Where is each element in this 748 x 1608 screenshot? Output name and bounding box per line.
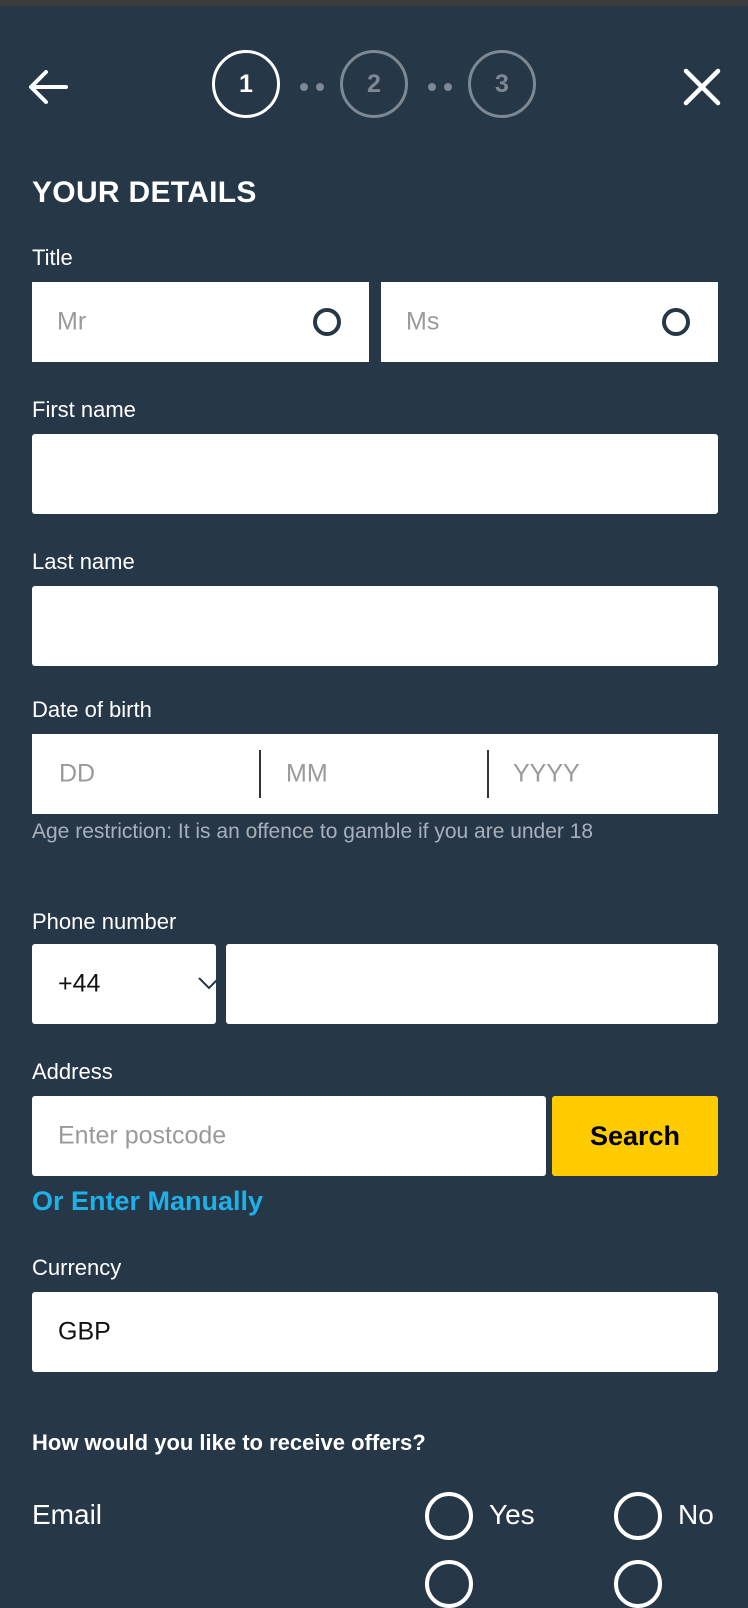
email-no-radio[interactable] <box>614 1492 662 1540</box>
header: 1 2 3 <box>0 50 748 124</box>
phone-number-input[interactable] <box>226 944 718 1024</box>
country-code-value: +44 <box>58 969 101 998</box>
step-2: 2 <box>340 50 408 118</box>
step-connector <box>300 83 324 91</box>
email-yes-radio[interactable] <box>425 1492 473 1540</box>
postcode-placeholder: Enter postcode <box>58 1121 227 1150</box>
dob-field: DD MM YYYY <box>32 734 718 814</box>
search-button[interactable]: Search <box>552 1096 718 1176</box>
age-restriction-hint: Age restriction: It is an offence to gam… <box>32 820 594 843</box>
currency-label: Currency <box>32 1255 122 1280</box>
status-strip <box>0 0 748 6</box>
enter-manually-link[interactable]: Or Enter Manually <box>32 1186 263 1217</box>
radio-icon <box>662 308 690 336</box>
first-name-input[interactable] <box>32 434 718 514</box>
step-3: 3 <box>468 50 536 118</box>
close-button[interactable] <box>680 65 724 109</box>
radio-icon <box>313 308 341 336</box>
phone-label: Phone number <box>32 909 177 934</box>
step-1-number: 1 <box>239 69 253 98</box>
title-option-mr-label: Mr <box>57 307 87 336</box>
offers-question: How would you like to receive offers? <box>32 1430 426 1455</box>
title-option-ms-label: Ms <box>406 307 440 336</box>
close-icon <box>683 68 721 106</box>
email-no-label: No <box>678 1499 714 1530</box>
dob-year-placeholder: YYYY <box>513 759 580 788</box>
search-button-label: Search <box>589 1120 681 1151</box>
dob-year-input[interactable]: YYYY <box>489 734 718 814</box>
title-label: Title <box>32 245 73 270</box>
email-yes-label: Yes <box>489 1499 535 1530</box>
step-3-number: 3 <box>495 69 509 98</box>
currency-field[interactable]: GBP <box>32 1292 718 1372</box>
step-2-number: 2 <box>367 69 381 98</box>
title-option-mr[interactable]: Mr <box>32 282 369 362</box>
step-connector <box>428 83 452 91</box>
step-1: 1 <box>212 50 280 118</box>
currency-value: GBP <box>58 1317 111 1346</box>
email-pref-label: Email <box>32 1499 103 1530</box>
last-name-label: Last name <box>32 549 135 574</box>
dob-label: Date of birth <box>32 697 152 722</box>
last-name-input[interactable] <box>32 586 718 666</box>
dob-month-input[interactable]: MM <box>261 734 487 814</box>
title-option-ms[interactable]: Ms <box>381 282 718 362</box>
next-yes-radio[interactable] <box>425 1560 473 1608</box>
arrow-left-icon <box>29 70 68 104</box>
page-title: YOUR DETAILS <box>32 176 257 209</box>
dob-day-input[interactable]: DD <box>32 734 260 814</box>
chevron-down-icon <box>198 977 220 990</box>
first-name-label: First name <box>32 397 136 422</box>
back-button[interactable] <box>26 67 70 107</box>
country-code-select[interactable]: +44 <box>32 944 220 1024</box>
next-no-radio[interactable] <box>614 1560 662 1608</box>
dob-day-placeholder: DD <box>59 759 96 788</box>
dob-month-placeholder: MM <box>286 759 328 788</box>
address-label: Address <box>32 1059 113 1084</box>
postcode-input[interactable]: Enter postcode <box>32 1096 546 1176</box>
